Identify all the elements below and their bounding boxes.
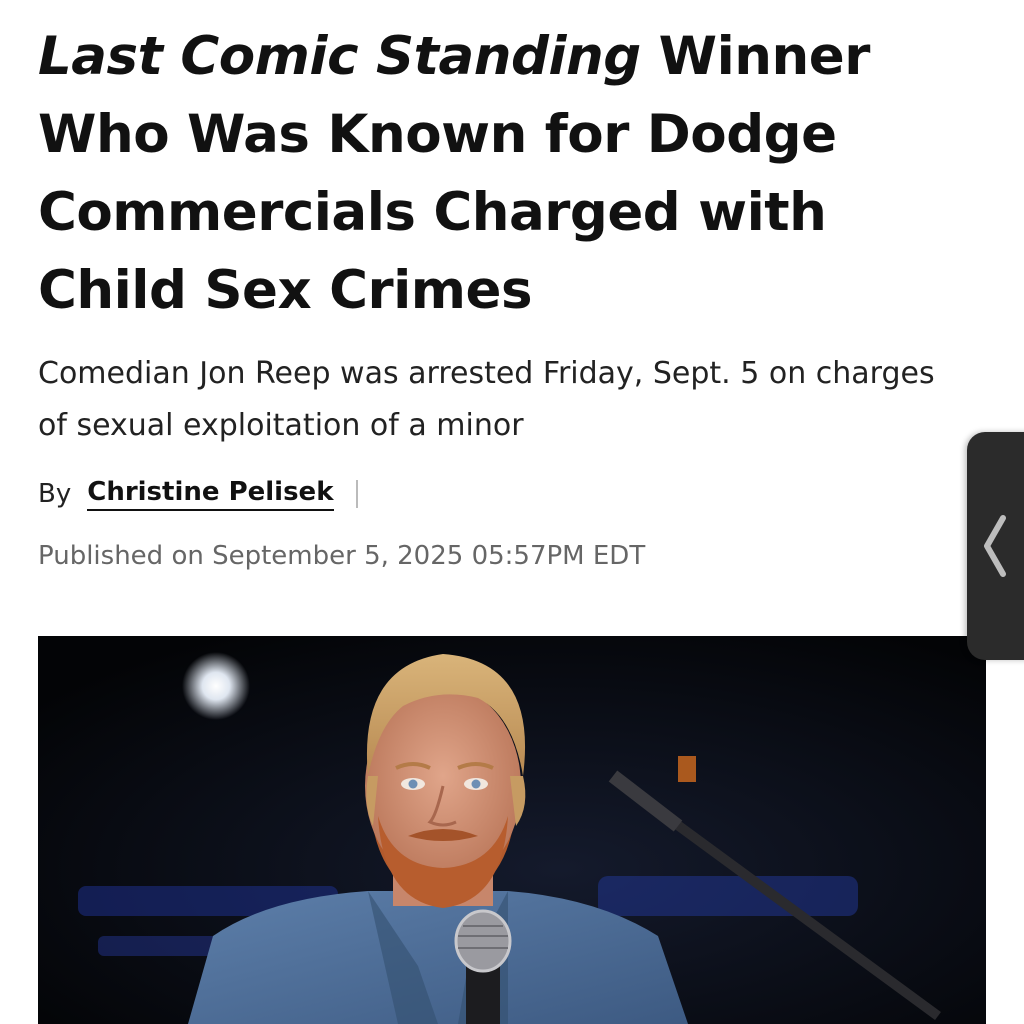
hero-image: [38, 636, 986, 1024]
edge-panel-handle[interactable]: [967, 432, 1024, 660]
publish-date: Published on September 5, 2025 05:57PM E…: [38, 541, 646, 571]
article-dek: Comedian Jon Reep was arrested Friday, S…: [38, 356, 935, 443]
byline-divider: [355, 480, 358, 508]
author-link[interactable]: Christine Pelisek: [87, 477, 334, 511]
headline-show-title: Last Comic Standing: [38, 26, 641, 87]
headline: Last Comic Standing Winner Who Was Known…: [38, 18, 978, 330]
article-header: Last Comic Standing Winner Who Was Known…: [38, 0, 978, 576]
chevron-left-icon: [981, 514, 1009, 582]
byline: By Christine Pelisek: [38, 474, 978, 514]
byline-prefix: By: [38, 479, 72, 509]
